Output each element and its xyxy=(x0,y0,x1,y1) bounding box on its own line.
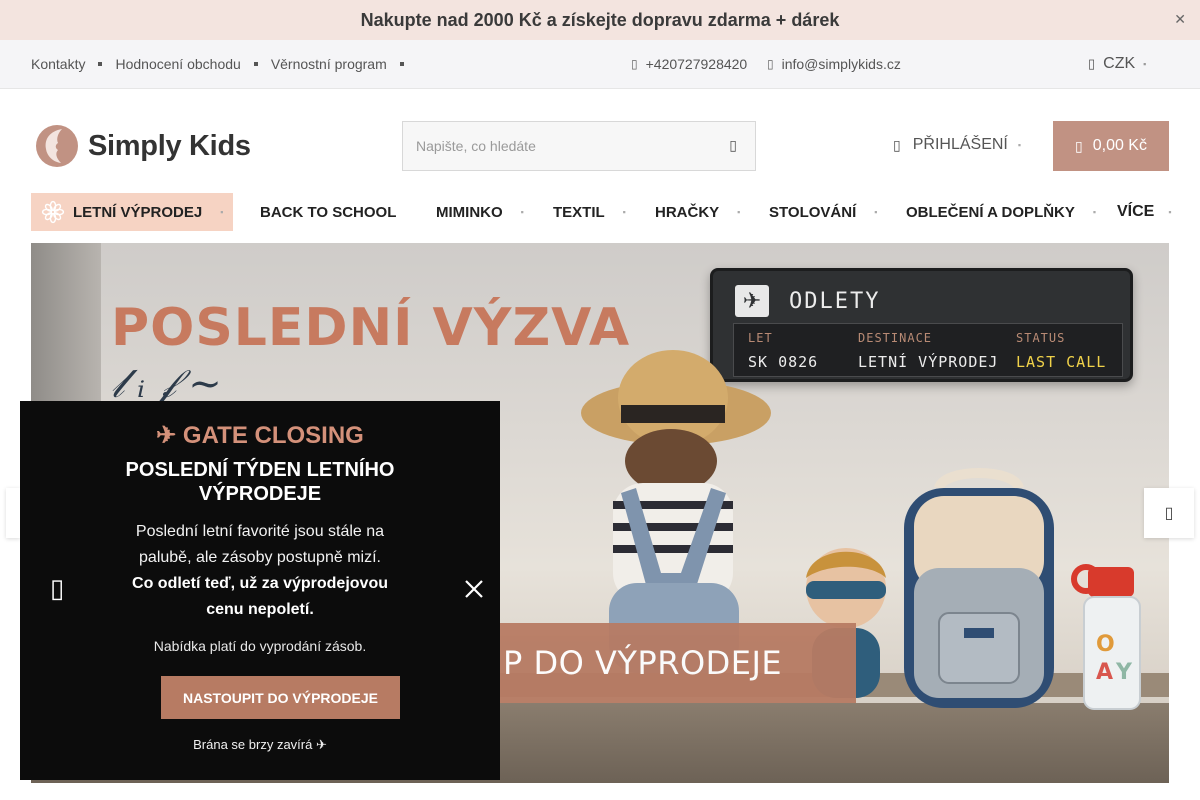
email-contact[interactable]: ▯ info@simplykids.cz xyxy=(767,56,901,72)
backpack-illustration xyxy=(904,468,1054,708)
nav-label: TEXTIL xyxy=(553,203,605,221)
login-label: PŘIHLÁŠENÍ xyxy=(912,136,1008,153)
email-address: info@simplykids.cz xyxy=(781,56,901,72)
nav-item-clothing[interactable]: OBLEČENÍ A DOPLŇKY ▪ xyxy=(906,189,1096,235)
chevron-down-icon: ▪ xyxy=(1143,59,1147,69)
popup-body-bold: Co odletí teď, už za výprodejovou cenu n… xyxy=(132,575,388,618)
currency-selector[interactable]: ▯ CZK ▪ xyxy=(1088,55,1146,73)
chevron-right-icon: ▯ xyxy=(1164,505,1174,522)
top-utility-bar: Kontakty Hodnocení obchodu Věrnostní pro… xyxy=(0,40,1200,89)
popup-body: Poslední letní favorité jsou stále na pa… xyxy=(130,519,390,623)
nav-item-baby[interactable]: MIMINKO ▪ xyxy=(436,189,524,235)
chevron-down-icon: ▪ xyxy=(220,207,224,217)
search-icon[interactable]: ▯ xyxy=(729,137,737,154)
promo-text: Nakupte nad 2000 Kč a získejte dopravu z… xyxy=(360,9,840,30)
chevron-down-icon: ▪ xyxy=(520,207,524,217)
login-button[interactable]: ▯ PŘIHLÁŠENÍ ▪ xyxy=(893,136,1021,154)
separator-dot xyxy=(98,62,103,66)
chevron-down-icon: ▪ xyxy=(1168,207,1172,217)
board-value-status: LAST CALL xyxy=(1016,353,1107,371)
popup-title: POSLEDNÍ TÝDEN LETNÍHO VÝPRODEJE xyxy=(125,459,395,505)
hero-cta-panel[interactable]: P DO VÝPRODEJE xyxy=(445,623,856,703)
nav-item-textile[interactable]: TEXTIL ▪ xyxy=(553,189,626,235)
promo-bar: Nakupte nad 2000 Kč a získejte dopravu z… xyxy=(0,0,1200,40)
logo-text: Simply Kids xyxy=(88,129,251,162)
nav-item-back-to-school[interactable]: BACK TO SCHOOL xyxy=(260,189,396,235)
popup-prev-icon[interactable]: ▯ xyxy=(50,573,64,604)
nav-label: OBLEČENÍ A DOPLŇKY xyxy=(906,203,1075,221)
chevron-down-icon: ▪ xyxy=(1017,140,1022,150)
slider-next-button[interactable]: ▯ xyxy=(1144,488,1194,538)
hero-cta-text: P DO VÝPRODEJE xyxy=(503,644,783,682)
logo[interactable]: Simply Kids xyxy=(34,123,251,169)
logo-mark-icon xyxy=(36,125,78,167)
popup-note: Nabídka platí do vyprodání zásob. xyxy=(153,638,367,654)
popup-footer: Brána se brzy zavírá ✈ xyxy=(193,737,327,752)
svg-text:A: A xyxy=(1096,660,1113,685)
board-sale-button[interactable]: NASTOUPIT DO VÝPRODEJE xyxy=(161,676,400,719)
currency-icon: ▯ xyxy=(1088,56,1096,71)
link-loyalty-program[interactable]: Věrnostní program xyxy=(271,56,387,72)
nav-label: HRAČKY xyxy=(655,203,720,221)
chevron-down-icon: ▪ xyxy=(874,207,878,217)
board-header-status: STATUS xyxy=(1016,331,1066,345)
mail-icon: ▯ xyxy=(767,57,774,71)
popup-eyebrow: ✈ GATE CLOSING xyxy=(156,422,364,449)
board-title: ODLETY xyxy=(789,289,881,314)
nav-item-summer-sale[interactable]: LETNÍ VÝPRODEJ ▪ xyxy=(31,193,234,231)
nav-label: VÍCE xyxy=(1117,203,1155,220)
nav-label: MIMINKO xyxy=(436,203,503,221)
promo-popup: ✈ GATE CLOSING POSLEDNÍ TÝDEN LETNÍHO VÝ… xyxy=(20,401,500,780)
nav-item-more[interactable]: VÍCE ▪ xyxy=(1117,189,1172,235)
search-box: ▯ xyxy=(402,121,756,171)
slider-prev-button[interactable] xyxy=(6,488,20,538)
separator-dot xyxy=(253,62,258,66)
user-icon: ▯ xyxy=(893,136,901,153)
plane-icon: ✈ xyxy=(735,285,769,317)
board-value-destination: LETNÍ VÝPRODEJ xyxy=(858,353,999,371)
close-icon[interactable]: ✕ xyxy=(1174,11,1186,28)
bottle-illustration: O A Y xyxy=(1071,564,1141,710)
currency-value: CZK xyxy=(1103,55,1136,72)
separator-dot xyxy=(399,62,404,66)
top-links: Kontakty Hodnocení obchodu Věrnostní pro… xyxy=(31,56,417,72)
svg-text:Y: Y xyxy=(1115,660,1133,685)
category-nav: LETNÍ VÝPRODEJ ▪ BACK TO SCHOOL MIMINKO … xyxy=(0,189,1200,243)
nav-item-tableware[interactable]: STOLOVÁNÍ ▪ xyxy=(769,189,877,235)
board-table: LET DESTINACE STATUS SK 0826 LETNÍ VÝPRO… xyxy=(733,323,1123,377)
phone-number: +420727928420 xyxy=(645,56,748,72)
search-input[interactable] xyxy=(403,122,703,170)
cart-icon: ▯ xyxy=(1075,137,1083,154)
chevron-down-icon: ▪ xyxy=(1092,207,1097,217)
cart-button[interactable]: ▯ 0,00 Kč xyxy=(1053,121,1169,171)
flower-icon xyxy=(41,200,65,224)
phone-contact[interactable]: ▯ +420727928420 xyxy=(631,56,747,72)
cart-total: 0,00 Kč xyxy=(1092,137,1147,154)
nav-label: LETNÍ VÝPRODEJ xyxy=(73,203,203,221)
popup-close-icon[interactable] xyxy=(464,579,484,599)
chevron-down-icon: ▪ xyxy=(622,207,626,217)
nav-label: STOLOVÁNÍ xyxy=(769,203,857,221)
board-header-destination: DESTINACE xyxy=(858,331,933,345)
link-contacts[interactable]: Kontakty xyxy=(31,56,85,72)
nav-label: BACK TO SCHOOL xyxy=(260,203,397,221)
nav-item-toys[interactable]: HRAČKY ▪ xyxy=(655,189,740,235)
chevron-down-icon: ▪ xyxy=(737,207,741,217)
phone-icon: ▯ xyxy=(631,57,638,71)
link-shop-rating[interactable]: Hodnocení obchodu xyxy=(115,56,240,72)
svg-text:O: O xyxy=(1096,632,1115,657)
popup-body-text: Poslední letní favorité jsou stále na pa… xyxy=(135,523,385,566)
